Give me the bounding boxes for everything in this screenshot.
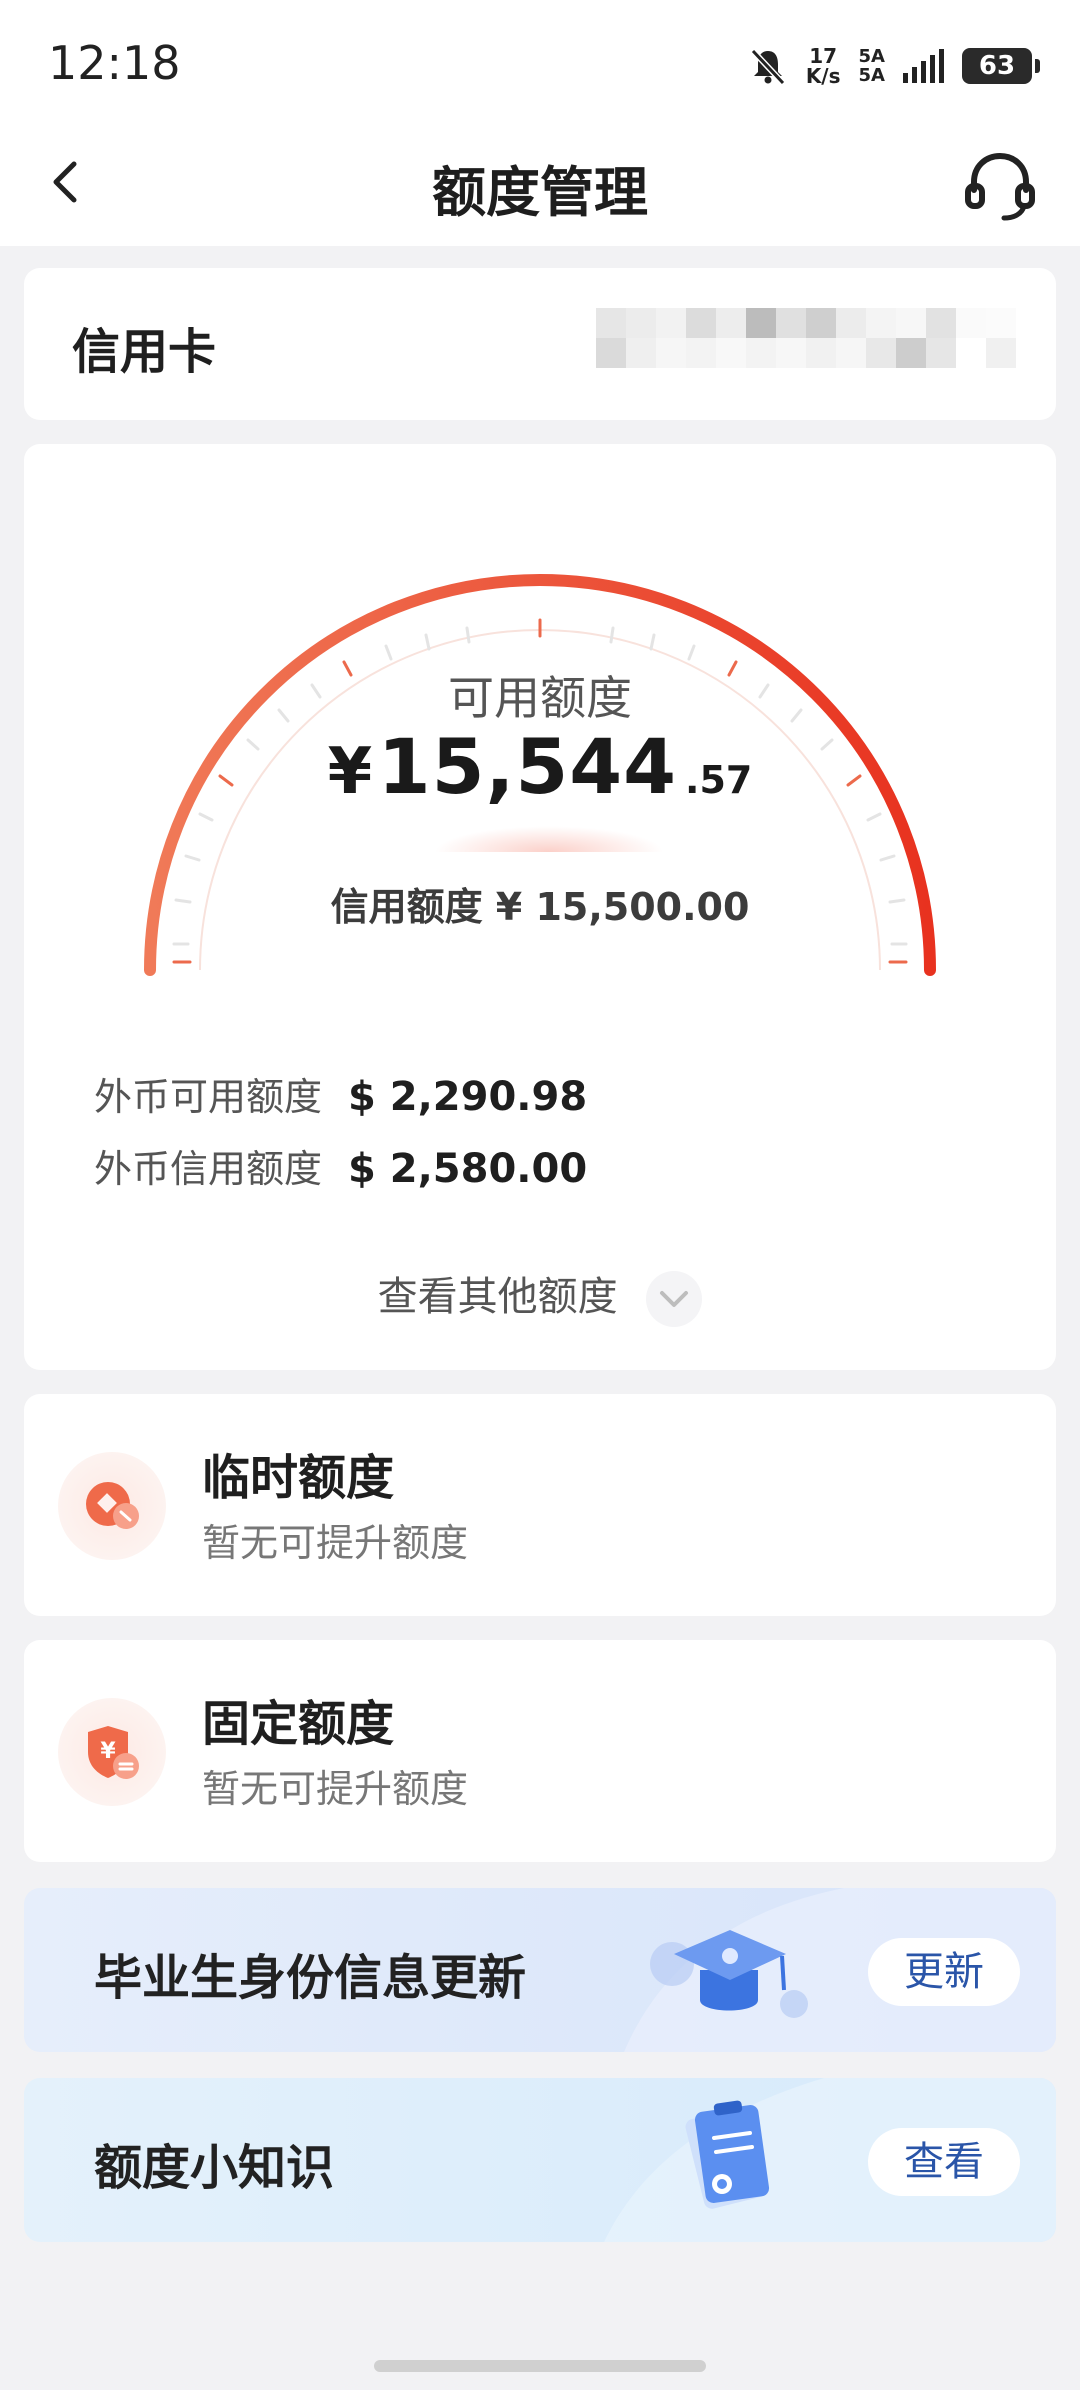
fixed-limit-title: 固定额度 xyxy=(202,1696,395,1752)
nav-bar: 额度管理 xyxy=(0,130,1080,246)
svg-text:¥: ¥ xyxy=(100,1739,116,1764)
graduate-update-text: 毕业生身份信息更新 xyxy=(94,1950,527,2006)
temporary-limit-subtitle: 暂无可提升额度 xyxy=(202,1521,469,1565)
amount-glow xyxy=(434,826,664,852)
signal-icon xyxy=(903,49,944,83)
status-bar: 12:18 17 K/s 5A 5A 63 xyxy=(0,0,1080,130)
net-speed-value: 17 xyxy=(809,44,838,68)
view-other-limits-button[interactable]: 查看其他额度 xyxy=(24,1264,1056,1327)
shield-yuan-icon: ¥ xyxy=(58,1698,166,1806)
limit-knowledge-banner[interactable]: 额度小知识 查看 xyxy=(24,2078,1056,2242)
foreign-credit-value: $ 2,580.00 xyxy=(348,1146,588,1192)
foreign-credit-label: 外币信用额度 xyxy=(94,1147,323,1191)
temporary-limit-icon xyxy=(58,1452,166,1560)
available-limit-amount: ¥ 15,544.57 xyxy=(24,722,1056,811)
view-other-limits-label: 查看其他额度 xyxy=(377,1274,618,1320)
available-limit-title: 可用额度 xyxy=(448,671,632,725)
headset-icon[interactable] xyxy=(960,146,1040,226)
clipboard-icon xyxy=(685,2100,770,2209)
status-icons: 17 K/s 5A 5A 63 xyxy=(748,42,1040,90)
foreign-credit-row: 外币信用额度 $ 2,580.00 xyxy=(94,1138,587,1193)
foreign-available-value: $ 2,290.98 xyxy=(348,1074,588,1120)
graduate-update-banner[interactable]: 毕业生身份信息更新 更新 xyxy=(24,1888,1056,2052)
foreign-available-row: 外币可用额度 $ 2,290.98 xyxy=(94,1066,587,1121)
net-speed-unit: K/s xyxy=(805,64,841,88)
temporary-limit-card[interactable]: 临时额度 暂无可提升额度 xyxy=(24,1394,1056,1616)
fixed-limit-card[interactable]: ¥ 固定额度 暂无可提升额度 xyxy=(24,1640,1056,1862)
chevron-down-icon xyxy=(646,1271,703,1327)
view-button[interactable]: 查看 xyxy=(868,2128,1020,2196)
status-time: 12:18 xyxy=(48,36,181,90)
home-indicator[interactable] xyxy=(374,2360,706,2372)
fixed-limit-subtitle: 暂无可提升额度 xyxy=(202,1767,469,1811)
available-limit-integer: 15,544 xyxy=(377,722,678,811)
limit-card: 可用额度 ¥ 15,544.57 信用额度 ¥ 15,500.00 外币可用额度… xyxy=(24,444,1056,1370)
net-speed: 17 K/s xyxy=(806,46,841,86)
graduation-cap-icon xyxy=(650,1930,808,2018)
temporary-limit-title: 临时额度 xyxy=(202,1450,395,1506)
card-type-label: 信用卡 xyxy=(72,324,217,380)
network-type: 5A 5A xyxy=(859,47,885,85)
network-type-1: 5A xyxy=(858,46,885,67)
masked-card-number xyxy=(596,308,1016,368)
page-title: 额度管理 xyxy=(432,161,648,224)
update-button[interactable]: 更新 xyxy=(868,1938,1020,2006)
mute-bell-icon xyxy=(750,48,786,86)
currency-symbol: ¥ xyxy=(327,735,373,809)
card-info-panel: 信用卡 xyxy=(24,268,1056,420)
network-type-2: 5A xyxy=(858,65,885,86)
limit-knowledge-text: 额度小知识 xyxy=(94,2140,335,2196)
available-limit-decimal: .57 xyxy=(685,758,753,802)
battery-icon: 63 xyxy=(962,48,1040,84)
credit-limit-text: 信用额度 ¥ 15,500.00 xyxy=(330,885,750,929)
foreign-available-label: 外币可用额度 xyxy=(94,1075,323,1119)
